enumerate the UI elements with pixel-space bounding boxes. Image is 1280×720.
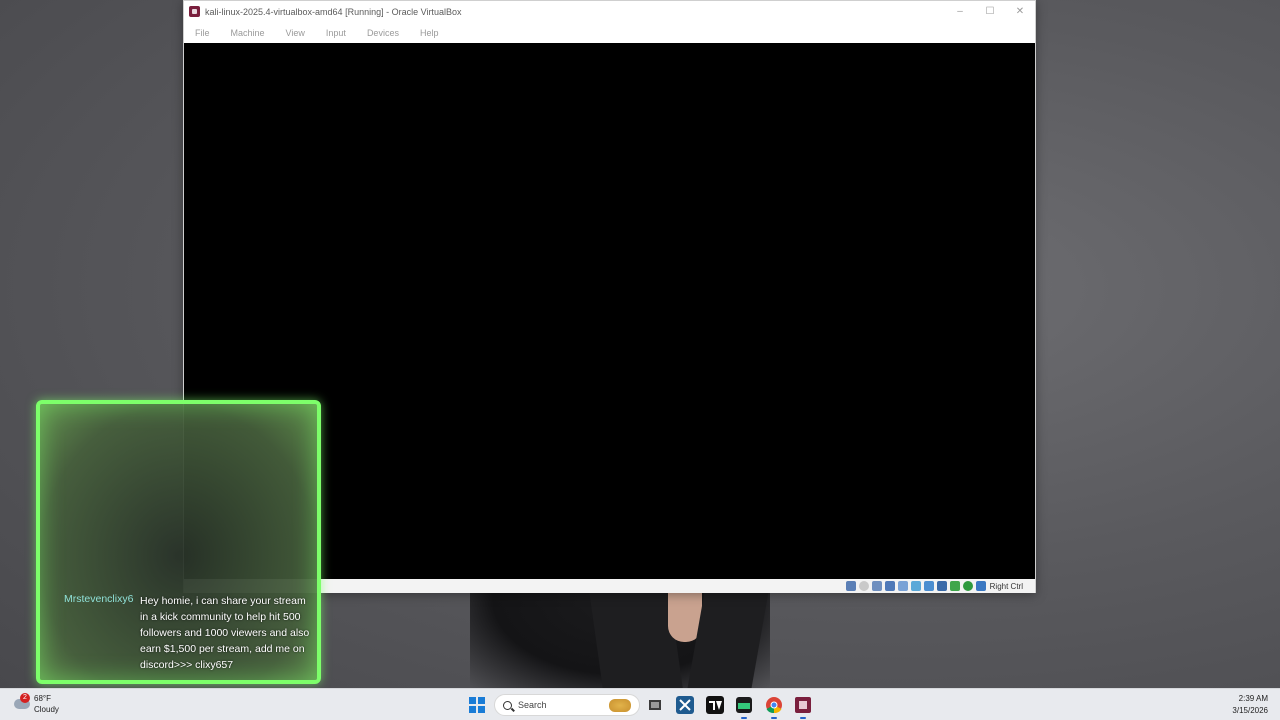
- menu-devices[interactable]: Devices: [367, 28, 399, 38]
- host-key-label: Right Ctrl: [989, 581, 1023, 591]
- clock-date: 3/15/2026: [1232, 706, 1268, 715]
- window-title: kali-linux-2025.4-virtualbox-amd64 [Runn…: [205, 6, 462, 17]
- notification-badge: 2: [20, 693, 30, 703]
- stream-chat-overlay: Mrstevenclixy6 Hey homie, i can share yo…: [36, 400, 321, 684]
- windows-logo-pane: [478, 706, 485, 713]
- chrome-icon[interactable]: [764, 695, 784, 719]
- chat-message: Hey homie, i can share your stream in a …: [140, 595, 310, 671]
- taskbar: 2 68°F Cloudy Search 2:39 AM 3/15/2026: [0, 688, 1280, 720]
- running-indicator: [741, 717, 747, 719]
- terminal-icon[interactable]: [734, 695, 754, 719]
- weather-widget[interactable]: 2 68°F Cloudy: [12, 693, 82, 717]
- mouse-integration-icon[interactable]: [962, 581, 973, 591]
- menu-bar: File Machine View Input Devices Help: [184, 22, 1035, 43]
- usb-icon[interactable]: [897, 581, 908, 591]
- audio-icon[interactable]: [871, 581, 882, 591]
- search-icon: [503, 701, 512, 710]
- file-explorer-icon[interactable]: [645, 695, 665, 715]
- chat-username: Mrstevenclixy6: [64, 593, 134, 605]
- snipping-tool-icon[interactable]: [675, 695, 695, 715]
- network-icon[interactable]: [884, 581, 895, 591]
- window-controls: – ☐ ✕: [945, 1, 1035, 22]
- system-clock[interactable]: 2:39 AM 3/15/2026: [1232, 694, 1268, 715]
- keyboard-icon[interactable]: [975, 581, 986, 591]
- virtualbox-icon[interactable]: [793, 695, 813, 719]
- taskbar-search[interactable]: Search: [494, 694, 640, 716]
- running-indicator: [800, 717, 806, 719]
- minimize-button[interactable]: –: [945, 1, 975, 22]
- windows-logo-pane: [469, 706, 476, 713]
- menu-input[interactable]: Input: [326, 28, 346, 38]
- windows-logo-pane: [469, 697, 476, 704]
- menu-file[interactable]: File: [195, 28, 210, 38]
- cpu-icon[interactable]: [949, 581, 960, 591]
- menu-help[interactable]: Help: [420, 28, 439, 38]
- optical-disk-icon[interactable]: [858, 581, 869, 591]
- running-indicator: [771, 717, 777, 719]
- clock-time: 2:39 AM: [1238, 694, 1268, 703]
- weather-condition: Cloudy: [34, 705, 59, 714]
- shared-folder-icon[interactable]: [910, 581, 921, 591]
- weather-temperature: 68°F: [34, 694, 51, 703]
- recording-icon[interactable]: [936, 581, 947, 591]
- search-placeholder: Search: [518, 700, 547, 710]
- maximize-button[interactable]: ☐: [975, 1, 1005, 22]
- window-titlebar[interactable]: kali-linux-2025.4-virtualbox-amd64 [Runn…: [184, 1, 1035, 22]
- hard-disk-icon[interactable]: [845, 581, 856, 591]
- display-icon[interactable]: [923, 581, 934, 591]
- virtualbox-app-icon: [189, 6, 200, 17]
- windows-logo-pane: [478, 697, 485, 704]
- menu-view[interactable]: View: [286, 28, 305, 38]
- start-button[interactable]: [469, 697, 485, 713]
- search-highlight-icon: [609, 699, 631, 712]
- close-button[interactable]: ✕: [1005, 1, 1035, 22]
- menu-machine[interactable]: Machine: [231, 28, 265, 38]
- tradingview-icon[interactable]: [705, 695, 725, 715]
